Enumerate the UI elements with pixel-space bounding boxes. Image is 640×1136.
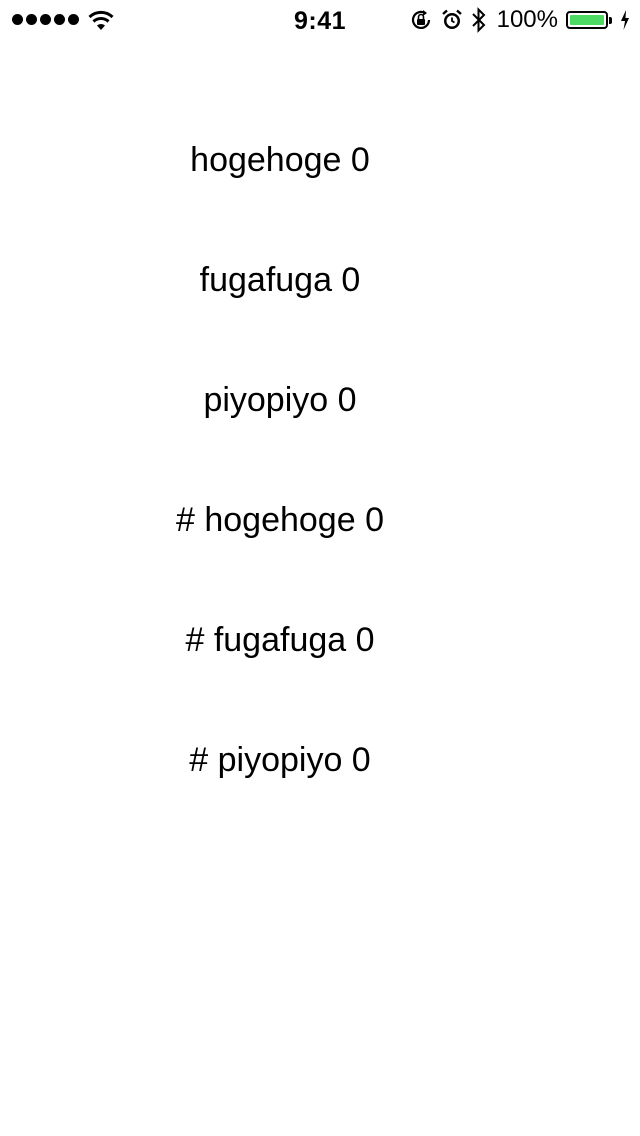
battery-body [566,11,608,29]
alarm-icon [441,9,462,29]
battery-fill [570,15,604,25]
status-right-group: 100% [409,6,630,34]
battery-cap [609,16,612,24]
label-fugafuga: fugafuga 0 [199,260,361,299]
label-hash-fugafuga: # fugafuga 0 [185,620,375,659]
bluetooth-icon [471,7,486,33]
charging-bolt-icon [621,10,629,30]
rotation-lock-icon [411,10,430,29]
label-list: hogehoge 0 fugafuga 0 piyopiyo 0 # hogeh… [0,100,560,820]
label-piyopiyo: piyopiyo 0 [203,380,357,419]
label-hash-piyopiyo: # piyopiyo 0 [189,740,371,779]
status-bar: 9:41 100% [0,0,640,40]
battery-icon [566,11,612,29]
label-hash-hogehoge: # hogehoge 0 [176,500,384,539]
label-hogehoge: hogehoge 0 [190,140,370,179]
battery-percent: 100% [496,6,558,33]
